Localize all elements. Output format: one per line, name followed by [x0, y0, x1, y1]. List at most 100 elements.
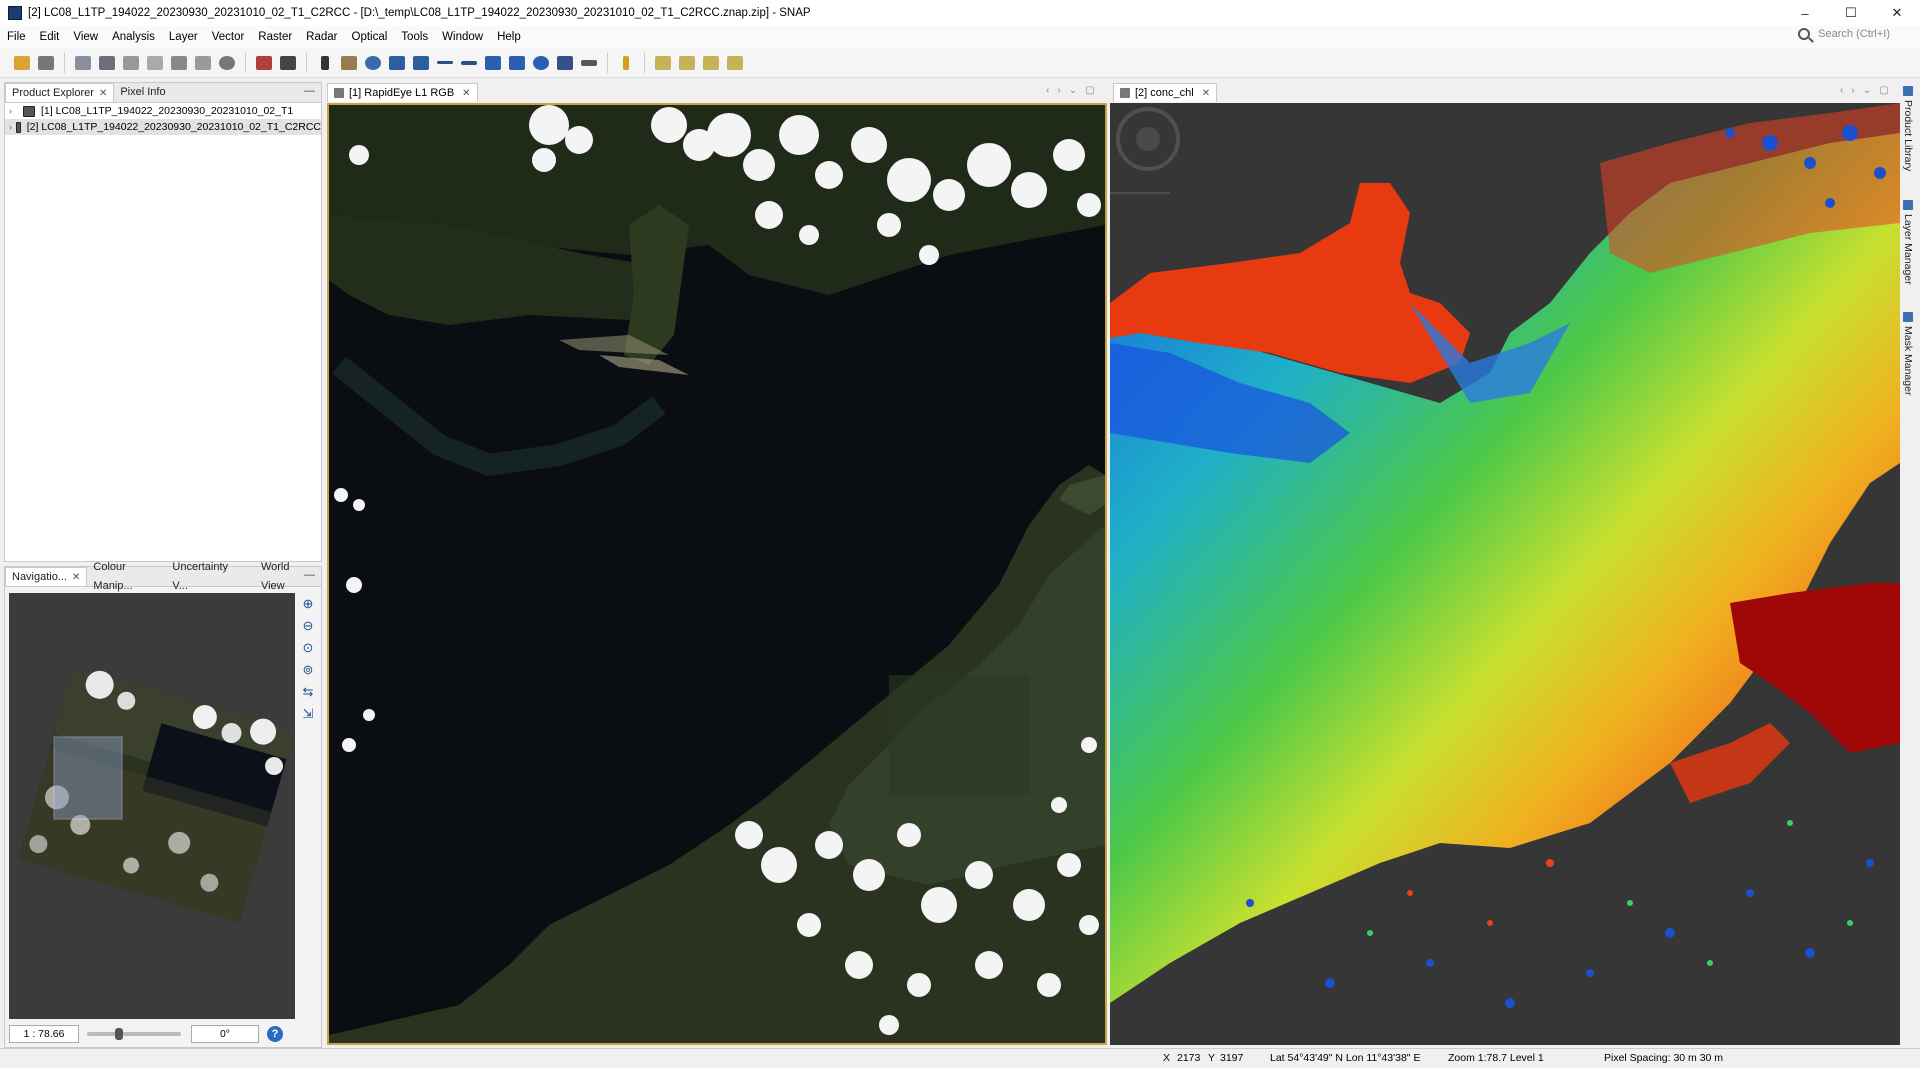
help-icon[interactable]: ?: [267, 1026, 283, 1042]
left-view-tabbar: [1] RapidEye L1 RGB ✕: [327, 82, 478, 102]
zoom-slider[interactable]: [87, 1028, 181, 1040]
quick-search[interactable]: Search (Ctrl+I): [1798, 28, 1890, 40]
sync-cursor-icon[interactable]: ⇲: [299, 705, 317, 723]
tab-rgb-view[interactable]: [1] RapidEye L1 RGB ✕: [327, 83, 478, 102]
subset-icon[interactable]: [97, 53, 117, 73]
scroll-right-icon[interactable]: ›: [1057, 85, 1060, 96]
gcp-manager-icon[interactable]: [193, 53, 213, 73]
open-product-icon[interactable]: [12, 53, 32, 73]
snap-app-icon: [8, 6, 22, 20]
zoom-in-icon[interactable]: ⊕: [299, 595, 317, 613]
scale-field[interactable]: 1 : 78.66: [9, 1025, 79, 1043]
menu-analysis[interactable]: Analysis: [105, 26, 162, 48]
scroll-left-icon[interactable]: ‹: [1046, 85, 1049, 96]
menu-window[interactable]: Window: [435, 26, 490, 48]
minimize-panel-icon[interactable]: —: [304, 569, 315, 581]
expand-arrow-icon[interactable]: ›: [9, 122, 12, 132]
dropdown-icon[interactable]: ⌄: [1069, 85, 1077, 96]
gcp-placing-tool-icon[interactable]: [411, 53, 431, 73]
expand-arrow-icon[interactable]: ›: [9, 106, 19, 116]
maximize-view-icon[interactable]: ▢: [1879, 85, 1888, 96]
menu-radar[interactable]: Radar: [299, 26, 344, 48]
scroll-right-icon[interactable]: ›: [1851, 85, 1854, 96]
layer-manager-icon: [1903, 200, 1913, 210]
range-finder-tool-icon[interactable]: [579, 53, 599, 73]
select-tool-icon[interactable]: [315, 53, 335, 73]
menu-optical[interactable]: Optical: [345, 26, 395, 48]
maximize-view-icon[interactable]: ▢: [1085, 85, 1094, 96]
tab-layer-manager[interactable]: Layer Manager: [1902, 200, 1914, 285]
tile-single-icon[interactable]: [725, 53, 745, 73]
tile-horizontally-icon[interactable]: [677, 53, 697, 73]
tab-label: [1] RapidEye L1 RGB: [349, 87, 455, 99]
navigation-toolbar: ⊕ ⊖ ⊙ ⊚ ⇆ ⇲: [297, 593, 319, 725]
close-button[interactable]: ✕: [1874, 0, 1920, 26]
tab-conc-chl-view[interactable]: [2] conc_chl ✕: [1113, 83, 1218, 102]
pan-tool-icon[interactable]: [339, 53, 359, 73]
maximize-button[interactable]: ☐: [1828, 0, 1874, 26]
zoom-out-icon[interactable]: ⊖: [299, 617, 317, 635]
slider-knob[interactable]: [115, 1028, 123, 1040]
graticule-icon[interactable]: [121, 53, 141, 73]
tab-product-library[interactable]: Product Library: [1902, 86, 1914, 171]
navigation-overview[interactable]: [9, 593, 295, 1019]
pin-placing-tool-icon[interactable]: [387, 53, 407, 73]
pin-manager-icon[interactable]: [169, 53, 189, 73]
menu-edit[interactable]: Edit: [33, 26, 67, 48]
product-node[interactable]: › [2] LC08_L1TP_194022_20230930_20231010…: [5, 119, 321, 135]
sync-views-icon[interactable]: ⇆: [299, 683, 317, 701]
tab-navigation[interactable]: Navigatio... ✕: [5, 567, 88, 587]
world-map-icon[interactable]: [145, 53, 165, 73]
zoom-all-icon[interactable]: ⊚: [299, 661, 317, 679]
tab-mask-manager[interactable]: Mask Manager: [1902, 312, 1914, 395]
menu-view[interactable]: View: [66, 26, 105, 48]
navigation-panel: Navigatio... ✕ Colour Manip... Uncertain…: [4, 561, 322, 1048]
product-node[interactable]: › [1] LC08_L1TP_194022_20230930_20231010…: [5, 103, 321, 119]
tab-pixel-info[interactable]: Pixel Info: [114, 83, 171, 102]
menu-raster[interactable]: Raster: [251, 26, 299, 48]
close-tab-icon[interactable]: ✕: [1202, 88, 1210, 99]
menu-tools[interactable]: Tools: [394, 26, 435, 48]
menu-bar: File Edit View Analysis Layer Vector Ras…: [0, 26, 1920, 48]
zoom-pixel-icon[interactable]: ⊙: [299, 639, 317, 657]
band-maths-icon[interactable]: [73, 53, 93, 73]
rotation-field[interactable]: 0°: [191, 1025, 259, 1043]
polyline-drawing-tool-icon[interactable]: [459, 53, 479, 73]
menu-layer[interactable]: Layer: [162, 26, 205, 48]
rectangle-drawing-tool-icon[interactable]: [483, 53, 503, 73]
close-tab-icon[interactable]: ✕: [72, 568, 80, 587]
tile-evenly-icon[interactable]: [653, 53, 673, 73]
image-view-icon: [1120, 88, 1130, 98]
tile-vertically-icon[interactable]: [701, 53, 721, 73]
overlay-icon[interactable]: [217, 53, 237, 73]
batch-processing-icon[interactable]: [278, 53, 298, 73]
polygon-drawing-tool-icon[interactable]: [507, 53, 527, 73]
ellipse-drawing-tool-icon[interactable]: [531, 53, 551, 73]
chlorophyll-image-view[interactable]: [1110, 103, 1900, 1045]
tab-colour-manipulation[interactable]: Colour Manip...: [87, 561, 172, 592]
menu-vector[interactable]: Vector: [205, 26, 252, 48]
graph-builder-icon[interactable]: [254, 53, 274, 73]
close-tab-icon[interactable]: ✕: [99, 84, 107, 103]
magic-wand-tool-icon[interactable]: [555, 53, 575, 73]
right-view-tabbar: [2] conc_chl ✕: [1113, 82, 1218, 102]
scroll-left-icon[interactable]: ‹: [1840, 85, 1843, 96]
tab-uncertainty-visualisation[interactable]: Uncertainty V...: [172, 561, 251, 592]
close-tab-icon[interactable]: ✕: [462, 88, 470, 99]
product-library-icon: [1903, 86, 1913, 96]
sync-cursor-icon[interactable]: [616, 53, 636, 73]
product-icon: [16, 121, 21, 133]
zoom-tool-icon[interactable]: [363, 53, 383, 73]
line-drawing-tool-icon[interactable]: [435, 53, 455, 73]
dropdown-icon[interactable]: ⌄: [1863, 85, 1871, 96]
search-placeholder: Search (Ctrl+I): [1818, 28, 1890, 40]
image-view-icon: [334, 88, 344, 98]
menu-help[interactable]: Help: [490, 26, 528, 48]
main-toolbar: [0, 48, 1920, 78]
minimize-button[interactable]: –: [1782, 0, 1828, 26]
minimize-panel-icon[interactable]: —: [304, 85, 315, 97]
rgb-image-view[interactable]: [327, 103, 1107, 1045]
menu-file[interactable]: File: [0, 26, 33, 48]
save-product-icon[interactable]: [36, 53, 56, 73]
tab-product-explorer[interactable]: Product Explorer ✕: [5, 83, 115, 103]
